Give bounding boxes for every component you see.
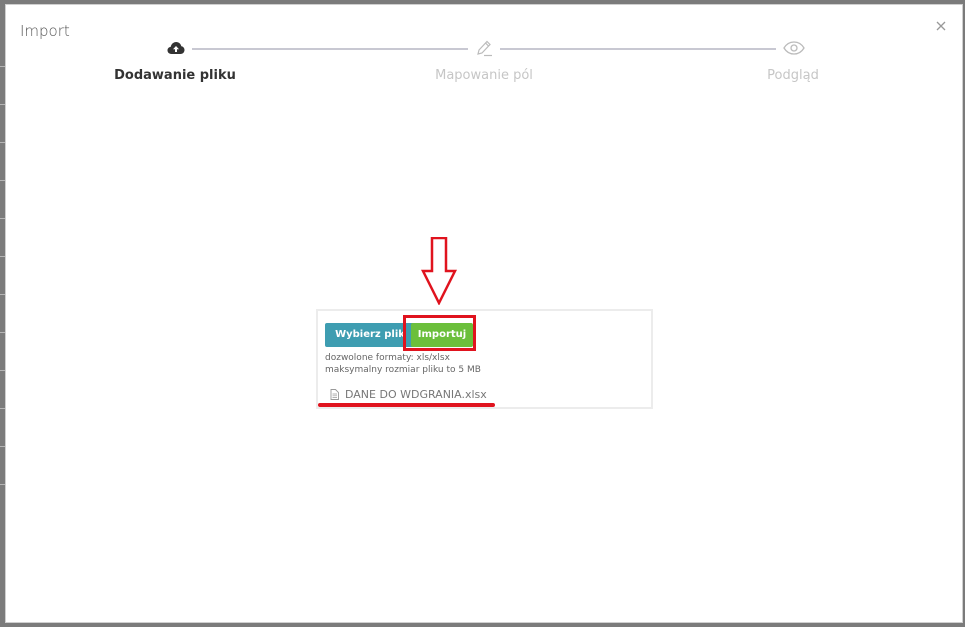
max-size-text: maksymalny rozmiar pliku to 5 MB	[325, 365, 481, 375]
import-modal: Import Dodawanie pliku Mapowanie pól Pod…	[5, 4, 963, 623]
cloud-upload-icon	[167, 42, 185, 54]
choose-file-button[interactable]: Wybierz plik	[325, 323, 415, 347]
file-name: DANE DO WDGRANIA.xlsx	[345, 387, 487, 401]
annotation-underline	[318, 403, 495, 407]
import-button[interactable]: Importuj	[411, 323, 473, 347]
step-connector-2	[500, 48, 776, 50]
step-label-upload[interactable]: Dodawanie pliku	[114, 68, 236, 83]
allowed-formats-text: dozwolone formaty: xls/xlsx	[325, 353, 450, 363]
annotation-arrow-icon	[421, 237, 457, 305]
stepper: Dodawanie pliku Mapowanie pól Podgląd	[6, 5, 962, 95]
step-label-preview[interactable]: Podgląd	[767, 68, 819, 83]
file-upload-panel: Wybierz plik Importuj dozwolone formaty:…	[316, 309, 653, 409]
step-label-mapping[interactable]: Mapowanie pól	[435, 68, 533, 83]
step-connector-1	[192, 48, 468, 50]
eye-icon	[783, 41, 805, 55]
file-icon	[330, 388, 339, 400]
selected-file: DANE DO WDGRANIA.xlsx	[330, 387, 487, 401]
pencil-icon	[477, 40, 492, 57]
